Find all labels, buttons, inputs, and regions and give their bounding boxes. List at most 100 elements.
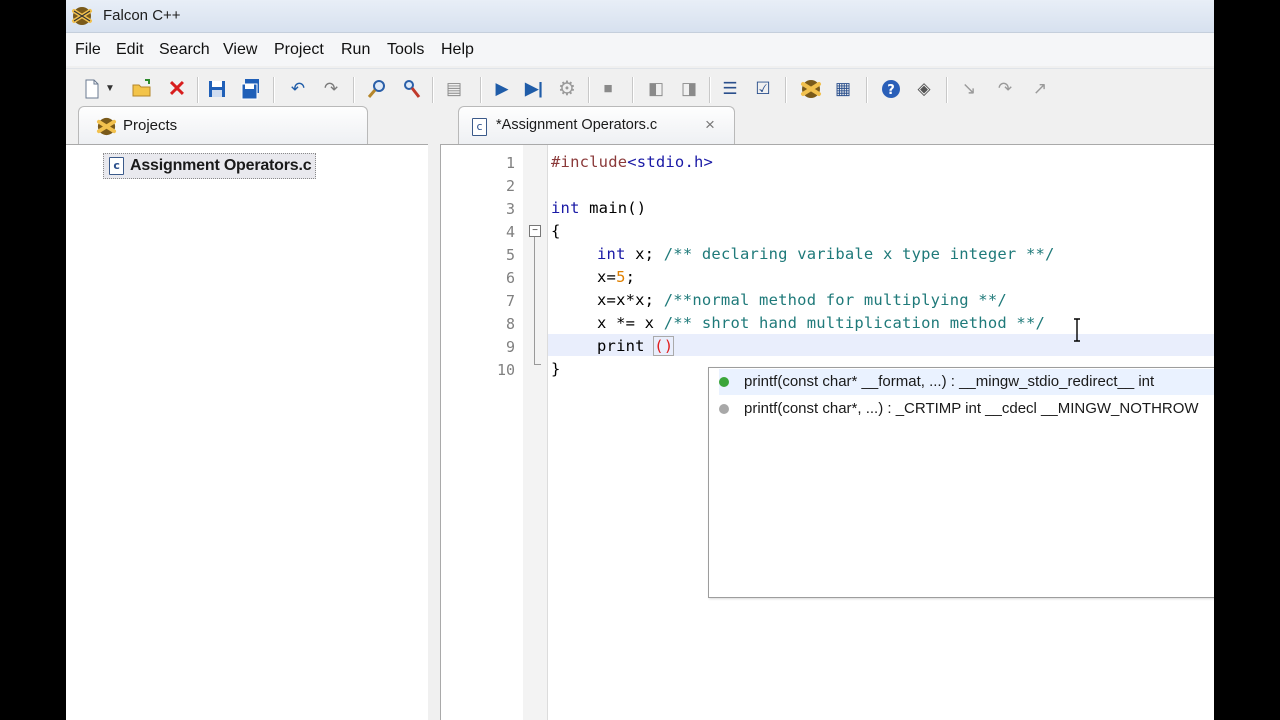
projects-panel: c Assignment Operators.c xyxy=(66,144,435,720)
falcon-app-icon xyxy=(72,7,92,25)
code-line-6: x=5; xyxy=(597,268,635,286)
step-run-icon[interactable]: ▶| xyxy=(522,77,546,101)
tab-editor-label: *Assignment Operators.c xyxy=(496,117,658,133)
autocomplete-popup: printf(const char* __format, ...) : __mi… xyxy=(708,367,1214,598)
help-icon[interactable]: ? xyxy=(879,77,903,101)
menu-view[interactable]: View xyxy=(223,41,257,59)
project-file-label: Assignment Operators.c xyxy=(130,157,312,174)
menu-edit[interactable]: Edit xyxy=(116,41,144,59)
code-comment: /** shrot hand multiplication method **/ xyxy=(663,314,1046,332)
redo-icon[interactable]: ↷ xyxy=(319,77,343,101)
run-icon[interactable]: ▶ xyxy=(490,77,514,101)
panel-splitter[interactable] xyxy=(428,144,440,720)
variable-decl: x; xyxy=(625,245,664,263)
line-number: 5 xyxy=(505,246,515,264)
c-file-icon: c xyxy=(109,157,124,175)
line-number: 3 xyxy=(505,200,515,218)
line-number: 6 xyxy=(505,269,515,287)
autocomplete-item-label: printf(const char*, ...) : _CRTIMP int _… xyxy=(744,400,1199,417)
list-icon[interactable]: ☰ xyxy=(718,77,742,101)
undo-icon[interactable]: ↶ xyxy=(286,77,310,101)
step-out-icon[interactable]: ↗ xyxy=(1028,77,1052,101)
code-comment: /** declaring varibale x type integer **… xyxy=(663,245,1055,263)
compound-assign-code: x *= x xyxy=(597,314,664,332)
number-literal: 5 xyxy=(616,268,626,286)
menu-project[interactable]: Project xyxy=(274,41,324,59)
fold-line xyxy=(534,237,535,365)
include-header: <stdio.h> xyxy=(627,153,714,171)
falcon-ide-window: Falcon C++ File Edit Search View Project… xyxy=(66,0,1214,720)
book-icon[interactable]: ◈ xyxy=(912,77,936,101)
code-line-3: int main() xyxy=(551,199,646,217)
print-call: print xyxy=(597,337,655,355)
line-number: 2 xyxy=(505,177,515,195)
falcon-icon[interactable] xyxy=(799,77,823,101)
menu-search[interactable]: Search xyxy=(159,41,210,59)
properties-icon[interactable]: ▦ xyxy=(831,77,855,101)
open-folder-icon[interactable] xyxy=(130,77,154,101)
code-line-1: #include<stdio.h> xyxy=(551,153,713,171)
menu-run[interactable]: Run xyxy=(341,41,370,59)
toolbar: ▼ ✕ ↶ ↷ ▤ ▶ ▶| ⚙ ■ ◧ ◨ ☰ ☑ ▦ ? ◈ ↘ ↷ ↗ xyxy=(66,68,1214,111)
toolbar-separator xyxy=(632,77,634,103)
toolbar-separator xyxy=(197,77,199,103)
code-line-7: x=x*x; /**normal method for multiplying … xyxy=(597,291,1007,309)
close-tab-icon[interactable]: × xyxy=(705,115,715,135)
code-line-9: print () xyxy=(597,336,675,356)
c-file-icon: c xyxy=(472,118,487,136)
autocomplete-item[interactable]: printf(const char* __format, ...) : __mi… xyxy=(719,369,1214,395)
line-number: 4 xyxy=(505,223,515,241)
code-line-8: x *= x /** shrot hand multiplication met… xyxy=(597,314,1045,332)
toolbar-separator xyxy=(785,77,787,103)
dropdown-arrow-icon[interactable]: ▼ xyxy=(104,77,116,101)
build-icon[interactable]: ⚙ xyxy=(555,77,579,101)
close-icon[interactable]: ✕ xyxy=(165,77,189,101)
fold-margin: − xyxy=(523,145,548,720)
stop-icon[interactable]: ■ xyxy=(596,77,620,101)
keyword-int: int xyxy=(597,245,626,263)
matched-parens: () xyxy=(653,336,675,356)
assign-code: x= xyxy=(597,268,617,286)
open-brace: { xyxy=(551,222,561,240)
fold-toggle-icon[interactable]: − xyxy=(529,225,541,237)
keyword-int: int xyxy=(551,199,580,217)
menu-bar: File Edit Search View Project Run Tools … xyxy=(66,33,1214,66)
autocomplete-item[interactable]: printf(const char*, ...) : _CRTIMP int _… xyxy=(719,396,1214,422)
indent-left-icon[interactable]: ◧ xyxy=(644,77,668,101)
new-file-icon[interactable] xyxy=(80,77,104,101)
save-icon[interactable] xyxy=(205,77,229,101)
step-into-icon[interactable]: ↘ xyxy=(957,77,981,101)
line-number: 9 xyxy=(505,338,515,356)
tab-projects[interactable]: Projects xyxy=(78,106,368,145)
code-line-5: int x; /** declaring varibale x type int… xyxy=(597,245,1055,263)
main-signature: main() xyxy=(579,199,647,217)
menu-tools[interactable]: Tools xyxy=(387,41,424,59)
find-icon[interactable] xyxy=(365,77,389,101)
checkbox-icon[interactable]: ☑ xyxy=(751,77,775,101)
function-dot-icon xyxy=(719,377,729,387)
tab-editor-file[interactable]: c *Assignment Operators.c × xyxy=(458,106,735,145)
indent-right-icon[interactable]: ◨ xyxy=(677,77,701,101)
text-cursor-icon xyxy=(1074,318,1080,342)
print-icon[interactable]: ▤ xyxy=(442,77,466,101)
menu-help[interactable]: Help xyxy=(441,41,474,59)
close-brace: } xyxy=(551,360,561,378)
toolbar-separator xyxy=(866,77,868,103)
window-title: Falcon C++ xyxy=(103,7,181,24)
multiply-code: x=x*x; xyxy=(597,291,664,309)
code-comment: /**normal method for multiplying **/ xyxy=(663,291,1007,309)
line-number: 8 xyxy=(505,315,515,333)
semicolon: ; xyxy=(625,268,636,286)
toolbar-separator xyxy=(946,77,948,103)
line-number: 1 xyxy=(505,154,515,172)
toolbar-separator xyxy=(480,77,482,103)
preprocessor-directive: #include xyxy=(551,153,628,171)
replace-icon[interactable] xyxy=(399,77,423,101)
save-all-icon[interactable] xyxy=(239,77,263,101)
step-over-icon[interactable]: ↷ xyxy=(993,77,1017,101)
project-file-item[interactable]: c Assignment Operators.c xyxy=(103,153,317,179)
menu-file[interactable]: File xyxy=(75,41,101,59)
fold-end xyxy=(534,364,541,365)
falcon-projects-icon xyxy=(96,117,117,136)
toolbar-separator xyxy=(273,77,275,103)
